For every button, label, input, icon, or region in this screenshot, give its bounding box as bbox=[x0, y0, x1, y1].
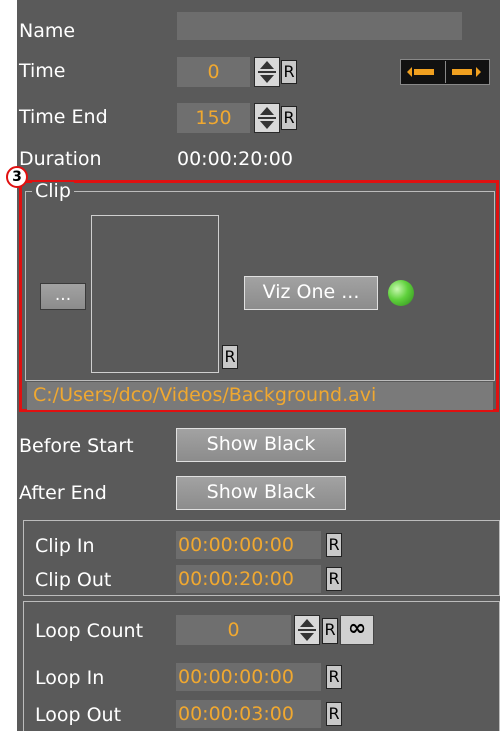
clip-reset-button[interactable]: R bbox=[222, 345, 238, 369]
loop-out-value: 00:00:03:00 bbox=[178, 703, 294, 725]
duration-label: Duration bbox=[19, 148, 102, 170]
duration-value: 00:00:20:00 bbox=[177, 148, 293, 170]
loop-in-reset-button[interactable]: R bbox=[326, 665, 342, 689]
clip-out-label: Clip Out bbox=[35, 569, 112, 591]
clip-path-field[interactable]: C:/Users/dco/Videos/Background.avi bbox=[27, 382, 493, 410]
clip-path-text: C:/Users/dco/Videos/Background.avi bbox=[33, 384, 377, 406]
time-input[interactable]: 0 bbox=[177, 57, 250, 87]
loop-in-value: 00:00:00:00 bbox=[178, 666, 294, 688]
clip-in-label: Clip In bbox=[35, 535, 95, 557]
after-end-label: After End bbox=[19, 482, 107, 504]
clip-in-reset-button[interactable]: R bbox=[326, 533, 342, 557]
loop-in-field[interactable]: 00:00:00:00 bbox=[176, 663, 321, 691]
callout-number-badge: 3 bbox=[6, 166, 28, 188]
clip-out-reset-button[interactable]: R bbox=[326, 567, 342, 591]
arrow-left-right-icon bbox=[407, 61, 481, 83]
name-input[interactable] bbox=[177, 12, 462, 40]
loop-out-field[interactable]: 00:00:03:00 bbox=[176, 700, 321, 728]
time-spinner[interactable] bbox=[254, 57, 280, 87]
before-start-dropdown[interactable]: Show Black bbox=[176, 428, 346, 462]
status-indicator-icon bbox=[388, 280, 414, 306]
clip-in-value: 00:00:00:00 bbox=[178, 534, 294, 556]
before-start-label: Before Start bbox=[19, 435, 134, 457]
clip-out-value: 00:00:20:00 bbox=[178, 568, 294, 590]
after-end-dropdown[interactable]: Show Black bbox=[176, 476, 346, 510]
loop-count-input[interactable]: 0 bbox=[176, 615, 291, 645]
clip-browse-button[interactable]: ... bbox=[40, 283, 86, 310]
time-label: Time bbox=[19, 60, 66, 82]
time-end-spinner[interactable] bbox=[254, 103, 280, 133]
clip-in-field[interactable]: 00:00:00:00 bbox=[176, 531, 321, 559]
loop-count-spinner[interactable] bbox=[294, 615, 320, 645]
loop-out-reset-button[interactable]: R bbox=[326, 702, 342, 726]
time-end-input[interactable]: 150 bbox=[177, 103, 250, 133]
time-end-label: Time End bbox=[19, 106, 108, 128]
time-navigation-toggle[interactable] bbox=[400, 59, 490, 85]
time-end-reset-button[interactable]: R bbox=[281, 106, 297, 130]
viz-one-button[interactable]: Viz One ... bbox=[244, 276, 378, 310]
loop-in-label: Loop In bbox=[35, 667, 105, 689]
loop-out-label: Loop Out bbox=[35, 704, 122, 726]
clip-out-field[interactable]: 00:00:20:00 bbox=[176, 565, 321, 593]
time-reset-button[interactable]: R bbox=[281, 60, 297, 84]
loop-count-reset-button[interactable]: R bbox=[322, 618, 338, 644]
loop-count-label: Loop Count bbox=[35, 620, 144, 642]
infinite-loop-button[interactable]: ∞ bbox=[340, 615, 374, 645]
name-label: Name bbox=[19, 20, 76, 42]
clip-group-label: Clip bbox=[32, 182, 74, 201]
clip-thumbnail bbox=[91, 215, 219, 373]
